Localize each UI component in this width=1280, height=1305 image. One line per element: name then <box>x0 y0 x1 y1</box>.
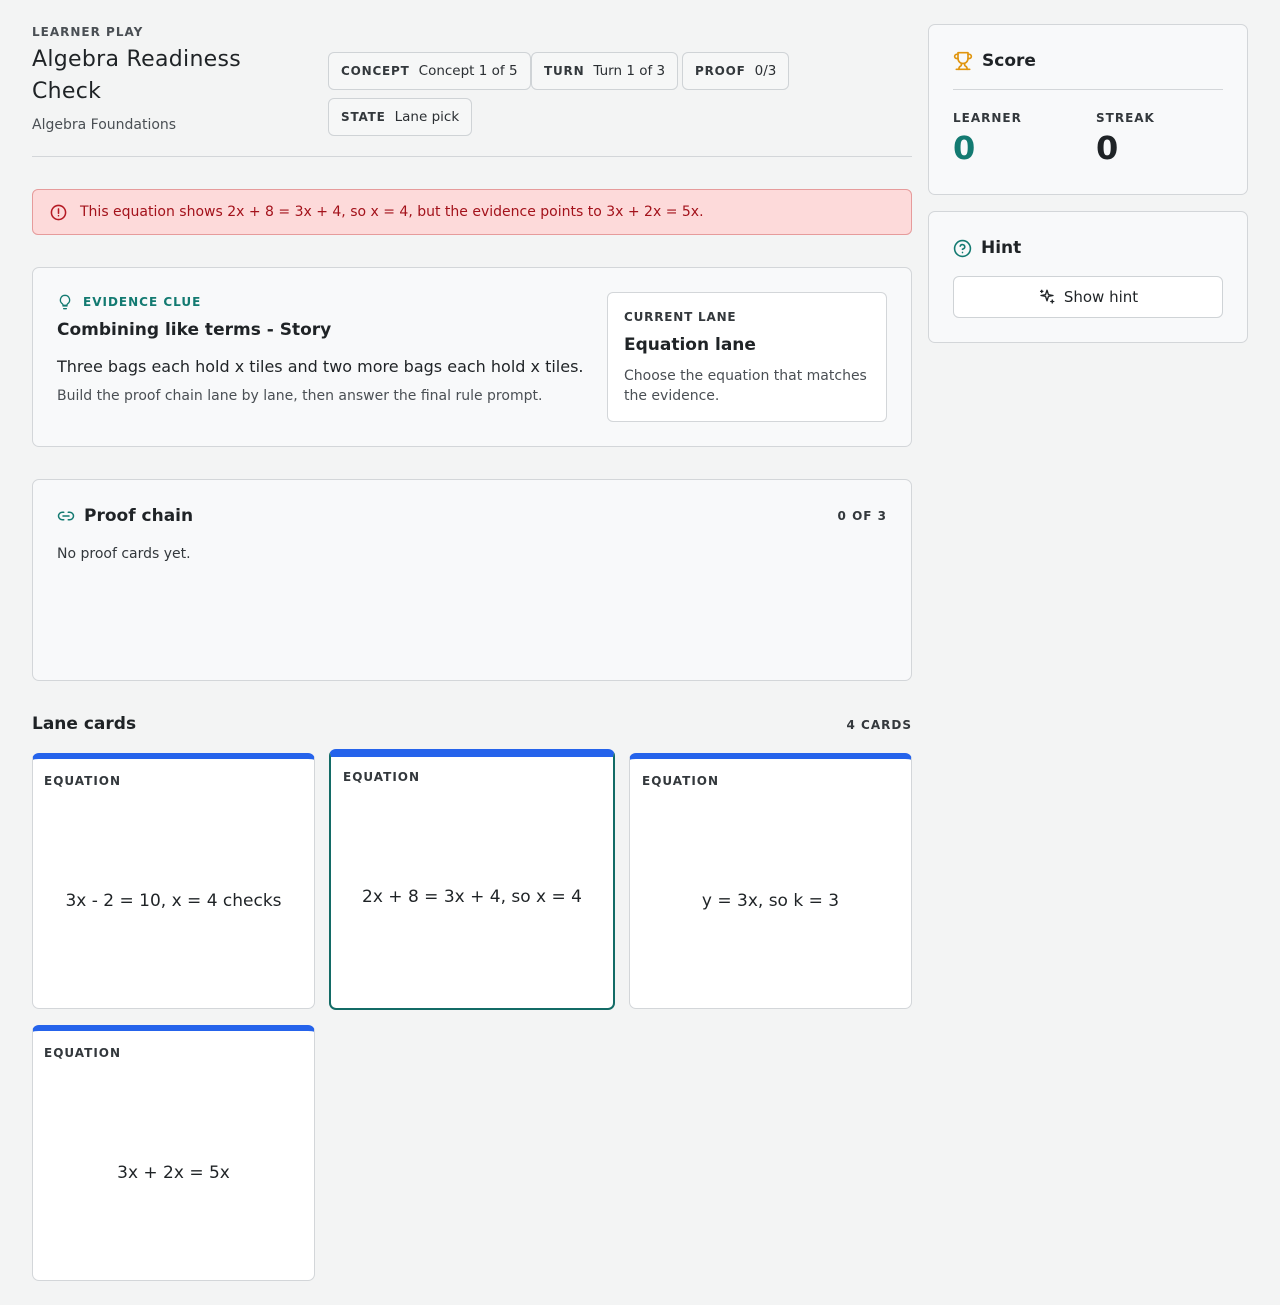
current-lane-title: Equation lane <box>624 335 756 355</box>
card-equation: 2x + 8 = 3x + 4, so x = 4 <box>362 887 582 907</box>
proof-chain-panel: Proof chain 0 OF 3 No proof cards yet. <box>32 479 912 681</box>
learner-label: LEARNER <box>953 111 1022 125</box>
proof-chain-title: Proof chain <box>84 506 194 526</box>
current-lane-description: Choose the equation that matches the evi… <box>624 368 867 404</box>
hint-panel: Hint Show hint <box>928 211 1248 343</box>
lane-card-selected[interactable]: EQUATION 2x + 8 = 3x + 4, so x = 4 <box>329 749 615 1010</box>
chip-value: Concept 1 of 5 <box>418 63 518 79</box>
evidence-label-text: EVIDENCE CLUE <box>83 295 202 309</box>
score-header: Score <box>953 51 1036 71</box>
eyebrow-label: LEARNER PLAY <box>32 25 144 39</box>
score-panel: Score LEARNER 0 STREAK 0 <box>928 24 1248 195</box>
lane-card[interactable]: EQUATION 3x + 2x = 5x <box>32 1025 315 1281</box>
evidence-title: Combining like terms - Story <box>57 320 332 340</box>
learner-score: 0 <box>953 129 976 167</box>
trophy-icon <box>953 51 973 71</box>
proof-chain-count: 0 OF 3 <box>837 509 887 523</box>
card-equation: 3x + 2x = 5x <box>117 1163 230 1183</box>
card-equation: 3x - 2 = 10, x = 4 checks <box>65 891 282 911</box>
hint-title: Hint <box>981 238 1022 258</box>
chip-key: CONCEPT <box>341 64 410 78</box>
show-hint-label: Show hint <box>1063 288 1139 306</box>
score-divider <box>953 89 1223 90</box>
card-kind: EQUATION <box>44 1046 122 1060</box>
chip-value: 0/3 <box>754 63 777 79</box>
card-kind: EQUATION <box>44 774 122 788</box>
show-hint-button[interactable]: Show hint <box>953 276 1223 318</box>
chip-key: STATE <box>341 110 386 124</box>
proof-chain-header: Proof chain <box>57 506 193 526</box>
streak-score: 0 <box>1096 129 1119 167</box>
proof-chain-empty: No proof cards yet. <box>57 546 191 562</box>
evidence-panel: EVIDENCE CLUE Combining like terms - Sto… <box>32 267 912 447</box>
evidence-note: Build the proof chain lane by lane, then… <box>57 388 543 404</box>
link-icon <box>57 511 75 521</box>
chip-key: TURN <box>544 64 585 78</box>
current-lane-label: CURRENT LANE <box>624 310 737 324</box>
card-kind: EQUATION <box>343 770 421 784</box>
score-title: Score <box>982 51 1036 71</box>
lane-cards-count: 4 CARDS <box>846 718 912 732</box>
chip-key: PROOF <box>695 64 746 78</box>
alert-message: This equation shows 2x + 8 = 3x + 4, so … <box>80 204 704 220</box>
page-subtitle: Algebra Foundations <box>32 117 177 133</box>
card-equation: y = 3x, so k = 3 <box>701 891 840 911</box>
evidence-body: Three bags each hold x tiles and two mor… <box>57 357 584 376</box>
evidence-label: EVIDENCE CLUE <box>57 293 201 311</box>
state-chip: STATE Lane pick <box>328 98 473 136</box>
streak-label: STREAK <box>1096 111 1155 125</box>
hint-header: Hint <box>953 238 1021 258</box>
current-lane-box: CURRENT LANE Equation lane Choose the eq… <box>607 292 887 422</box>
lightbulb-icon <box>59 294 71 310</box>
sparkles-icon <box>1039 289 1055 304</box>
chip-value: Lane pick <box>394 109 460 125</box>
card-kind: EQUATION <box>642 774 720 788</box>
turn-chip: TURN Turn 1 of 3 <box>531 52 679 90</box>
header-divider <box>32 156 912 157</box>
chip-value: Turn 1 of 3 <box>593 63 666 79</box>
error-alert: This equation shows 2x + 8 = 3x + 4, so … <box>32 189 912 235</box>
lane-card[interactable]: EQUATION 3x - 2 = 10, x = 4 checks <box>32 753 315 1009</box>
alert-circle-icon <box>50 204 67 220</box>
help-circle-icon <box>953 239 972 257</box>
lane-cards-title: Lane cards <box>32 714 137 734</box>
concept-chip: CONCEPT Concept 1 of 5 <box>328 52 531 90</box>
proof-chip: PROOF 0/3 <box>682 52 790 90</box>
lane-card[interactable]: EQUATION y = 3x, so k = 3 <box>629 753 912 1009</box>
page-title: Algebra Readiness Check <box>32 47 242 104</box>
